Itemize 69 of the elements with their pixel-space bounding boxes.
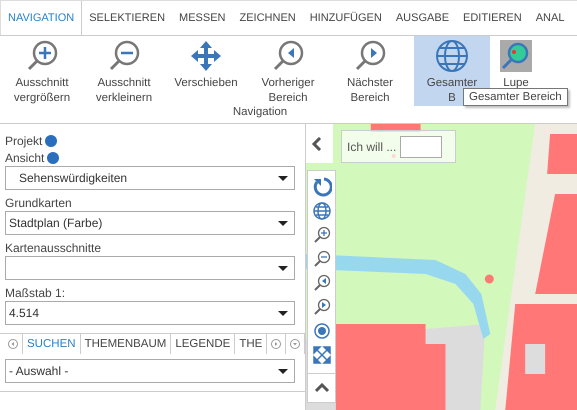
panel-tab[interactable]: THEMENBAUM — [80, 334, 172, 354]
ribbon-button[interactable]: Verschieben — [168, 36, 244, 106]
ribbon-tab[interactable]: EDITIEREN — [456, 1, 529, 35]
group-label: Navigation — [232, 106, 288, 118]
dropdown-field[interactable]: - Auswahl - — [5, 359, 295, 383]
panel-tab[interactable]: SUCHEN — [23, 334, 81, 354]
field-label: Projekt — [5, 134, 42, 148]
move-icon — [189, 39, 223, 73]
field-label: Ansicht — [5, 150, 44, 164]
ribbon-tab[interactable]: ZEICHNEN — [232, 1, 303, 35]
caret-icon — [278, 310, 288, 316]
collapse-button[interactable] — [306, 124, 333, 163]
fullscreen-icon[interactable] — [312, 346, 330, 364]
tooltip: Gesamter Bereich — [463, 88, 568, 106]
zoom-in-icon — [25, 39, 59, 73]
dropdown-field[interactable]: Stadtplan (Farbe) — [5, 211, 295, 235]
button-label: Gesamter — [426, 76, 478, 91]
button-label: Ausschnitt — [97, 76, 151, 91]
field-label: Grundkarten — [5, 196, 72, 210]
ribbon-tab[interactable]: HINZUFÜGEN — [302, 1, 389, 35]
ribbon-tab[interactable]: ANAL — [528, 1, 572, 35]
dropdown-field[interactable]: 4.514 — [5, 301, 295, 325]
button-label: Bereich — [268, 91, 308, 106]
magnifier-icon — [499, 39, 533, 73]
panel-tab[interactable]: LEGENDE — [171, 334, 236, 354]
button-label: Verschieben — [174, 76, 238, 91]
zoom-out-icon[interactable] — [312, 250, 330, 268]
panel-tab[interactable]: THE — [235, 334, 267, 354]
button-label: Nächster — [346, 76, 394, 91]
ribbon-button[interactable]: Ausschnitt vergrößern — [4, 36, 80, 106]
button-label: Ausschnitt — [15, 76, 69, 91]
button-label: Vorheriger — [261, 76, 315, 91]
chevron-up-icon — [314, 383, 328, 393]
magnifier-icon[interactable] — [312, 298, 330, 316]
info-icon[interactable] — [47, 152, 60, 164]
ribbon-button[interactable]: Ausschnitt verkleinern — [86, 36, 162, 106]
field-label: Kartenausschnitte — [5, 240, 102, 254]
ribbon-tab[interactable]: MESSEN — [172, 1, 232, 35]
input-field[interactable] — [400, 136, 442, 158]
ribbon-tab[interactable]: AUSGABE — [388, 1, 456, 35]
info-icon[interactable] — [45, 134, 58, 146]
view-dropdown[interactable]: Sehenswürdigkeiten — [5, 166, 295, 190]
button-label: Lupe — [503, 76, 529, 91]
map-marker — [484, 274, 494, 284]
globe-icon[interactable] — [312, 202, 330, 220]
refresh-icon[interactable] — [312, 177, 332, 197]
magnifier-icon — [271, 39, 305, 73]
dropdown-field[interactable] — [5, 256, 295, 280]
search-label: Ich will ... — [347, 140, 396, 154]
button-label: B — [448, 91, 456, 106]
ribbon-button[interactable]: Vorheriger Bereich — [250, 36, 326, 106]
globe-icon — [435, 39, 469, 73]
button-label: verkleinern — [96, 91, 152, 106]
zoom-in-icon[interactable] — [312, 226, 330, 244]
locate-icon[interactable] — [314, 323, 330, 339]
caret-icon — [278, 368, 288, 374]
ribbon-button[interactable]: Nächster Bereich — [332, 36, 408, 106]
button-label: vergrößern — [14, 91, 70, 106]
zoom-out-icon — [107, 39, 141, 73]
ribbon-tab[interactable]: SELEKTIEREN — [82, 1, 172, 35]
button-label: Bereich — [350, 91, 390, 106]
caret-icon — [278, 176, 288, 180]
caret-icon — [278, 220, 288, 226]
caret-icon — [278, 266, 288, 270]
field-label: Maßstab 1: — [5, 286, 66, 300]
magnifier-icon — [353, 39, 387, 73]
ribbon-tab[interactable]: NAVIGATION — [0, 1, 82, 35]
magnifier-icon[interactable] — [312, 274, 330, 292]
chevron-left-icon — [312, 136, 322, 150]
